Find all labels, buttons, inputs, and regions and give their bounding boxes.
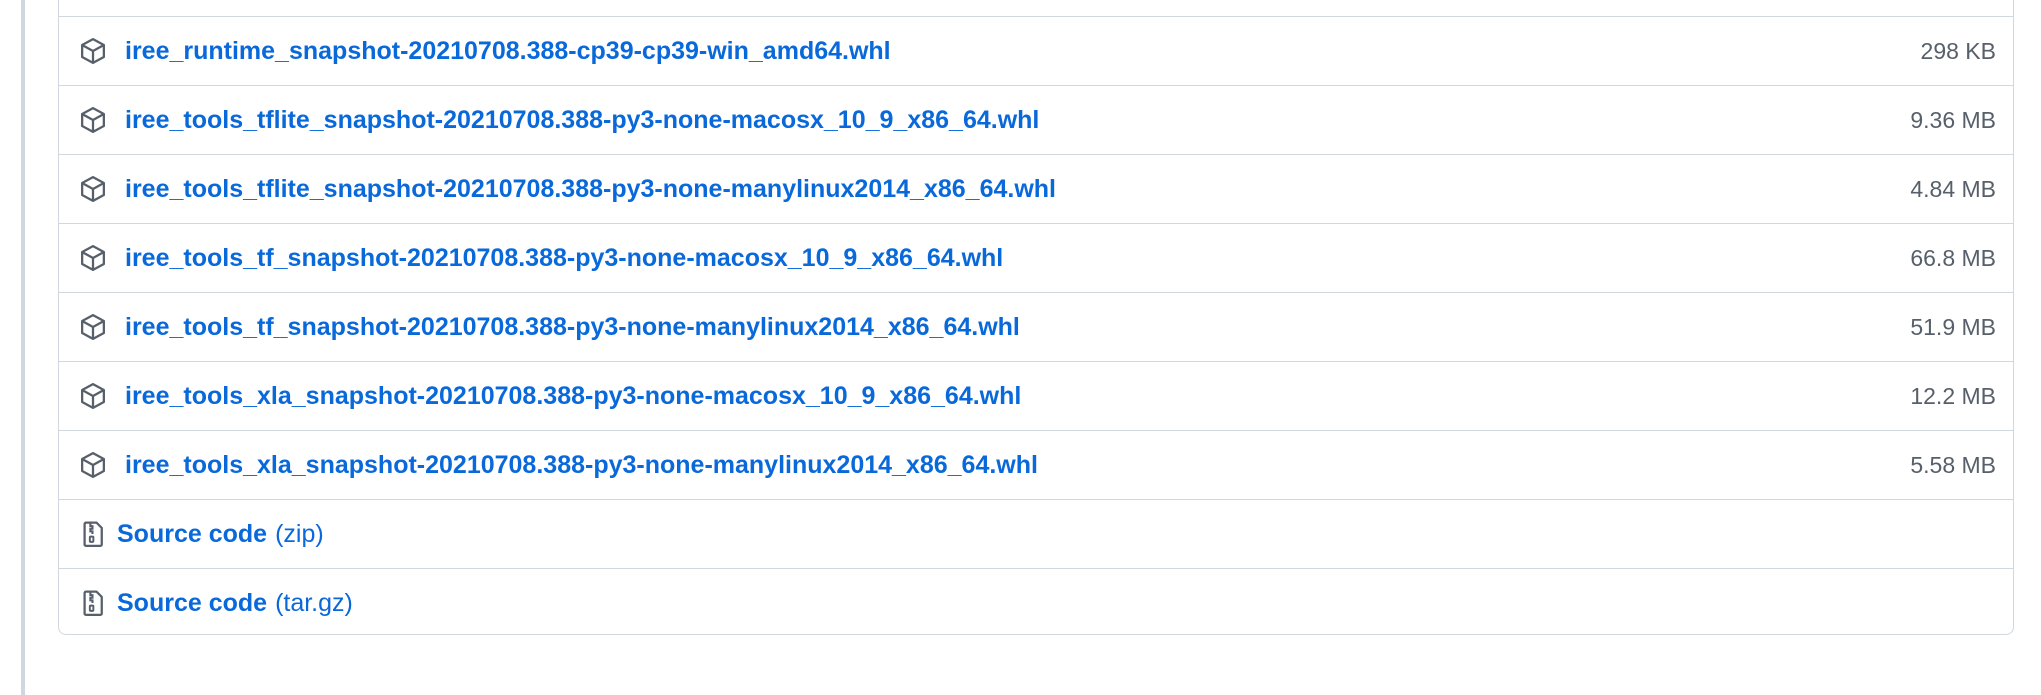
asset-row: iree_tools_xla_snapshot-20210708.388-py3… — [59, 361, 2013, 430]
asset-size: 66.8 MB — [1910, 244, 1996, 271]
asset-row: iree_tools_tf_snapshot-20210708.388-py3-… — [59, 292, 2013, 361]
asset-size: 51.9 MB — [1910, 313, 1996, 340]
timeline-line — [21, 0, 25, 695]
source-code-zip-link[interactable]: Source code — [117, 520, 267, 549]
release-assets-list: iree_runtime_snapshot-20210708.388-cp39-… — [58, 0, 2014, 635]
package-icon — [78, 381, 108, 411]
source-code-targz-link[interactable]: Source code — [117, 589, 267, 618]
source-code-zip-row: Source code (zip) — [59, 499, 2013, 568]
asset-link[interactable]: iree_tools_tf_snapshot-20210708.388-py3-… — [125, 313, 1020, 342]
asset-size: 4.84 MB — [1910, 175, 1996, 202]
package-icon — [78, 450, 108, 480]
package-icon — [78, 312, 108, 342]
asset-size: 5.58 MB — [1910, 451, 1996, 478]
asset-link[interactable]: iree_tools_tf_snapshot-20210708.388-py3-… — [125, 244, 1003, 273]
package-icon — [78, 36, 108, 66]
asset-row-previous — [59, 0, 2013, 16]
asset-link[interactable]: iree_tools_xla_snapshot-20210708.388-py3… — [125, 451, 1038, 480]
source-code-targz-format: (tar.gz) — [275, 588, 353, 617]
asset-row: iree_tools_tf_snapshot-20210708.388-py3-… — [59, 223, 2013, 292]
package-icon — [78, 174, 108, 204]
package-icon — [78, 105, 108, 135]
package-icon — [78, 243, 108, 273]
asset-size: 12.2 MB — [1910, 382, 1996, 409]
asset-row: iree_tools_xla_snapshot-20210708.388-py3… — [59, 430, 2013, 499]
asset-row: iree_tools_tflite_snapshot-20210708.388-… — [59, 154, 2013, 223]
asset-link[interactable]: iree_runtime_snapshot-20210708.388-cp39-… — [125, 37, 891, 66]
asset-row: iree_tools_tflite_snapshot-20210708.388-… — [59, 85, 2013, 154]
source-code-targz-row: Source code (tar.gz) — [59, 568, 2013, 634]
file-zip-icon — [78, 519, 108, 549]
asset-size: 9.36 MB — [1910, 106, 1996, 133]
asset-row: iree_runtime_snapshot-20210708.388-cp39-… — [59, 16, 2013, 85]
source-code-zip-format: (zip) — [275, 519, 324, 548]
file-zip-icon — [78, 588, 108, 618]
asset-size: 298 KB — [1920, 37, 1996, 64]
asset-link[interactable]: iree_tools_tflite_snapshot-20210708.388-… — [125, 175, 1056, 204]
asset-link[interactable]: iree_tools_xla_snapshot-20210708.388-py3… — [125, 382, 1021, 411]
asset-link[interactable]: iree_tools_tflite_snapshot-20210708.388-… — [125, 106, 1039, 135]
